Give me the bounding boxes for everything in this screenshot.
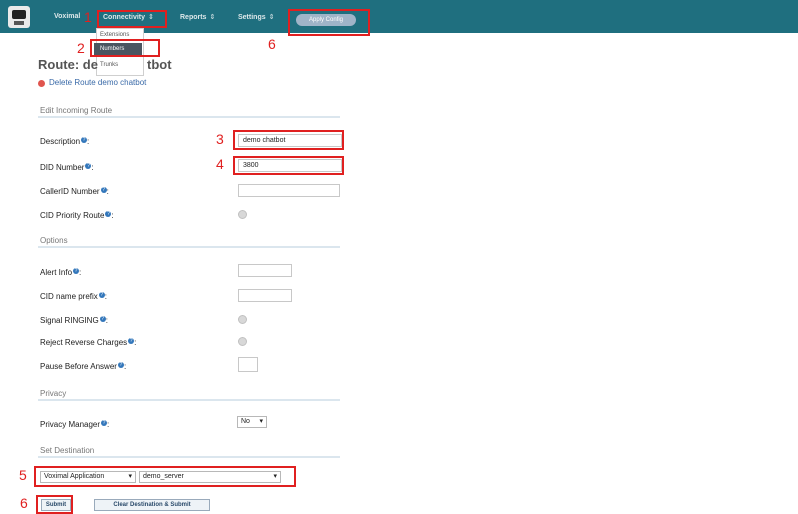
section-set-destination: Set Destination: [40, 446, 95, 455]
help-icon[interactable]: ?: [100, 187, 107, 193]
callout-number: 4: [216, 156, 224, 172]
section-privacy: Privacy: [40, 389, 67, 398]
chevron-updown-icon: ⇕: [268, 14, 275, 21]
help-icon[interactable]: ?: [73, 268, 80, 274]
help-icon[interactable]: ?: [117, 362, 124, 368]
cid-priority-label: CID Priority Route?:: [40, 211, 114, 220]
help-icon[interactable]: ?: [101, 420, 108, 426]
section-divider: [38, 456, 340, 458]
nav-item-label: Voximal: [54, 13, 81, 20]
privacy-manager-label: Privacy Manager?:: [40, 420, 110, 429]
callout-box-did: [233, 156, 344, 175]
reject-reverse-checkbox[interactable]: [238, 337, 247, 346]
page-title: Route: de: [38, 57, 98, 72]
section-divider: [38, 116, 340, 118]
section-divider: [38, 399, 340, 401]
clear-destination-submit-button[interactable]: Clear Destination & Submit: [94, 499, 210, 511]
callout-number: 6: [20, 495, 28, 511]
signal-ringing-checkbox[interactable]: [238, 315, 247, 324]
callout-box-description: [233, 130, 344, 150]
callout-number: 3: [216, 131, 224, 147]
alert-info-label: Alert Info?:: [40, 268, 82, 277]
menu-item-trunks[interactable]: Trunks: [100, 62, 118, 68]
callout-box-connectivity: [97, 10, 167, 28]
delete-route-link[interactable]: Delete Route demo chatbot: [49, 78, 146, 87]
menu-item-extensions[interactable]: Extensions: [100, 32, 129, 38]
nav-item-label: Settings: [238, 14, 266, 21]
chevron-updown-icon: ⇕: [209, 14, 216, 21]
help-icon[interactable]: ?: [85, 163, 92, 169]
cid-name-prefix-input[interactable]: [238, 289, 292, 302]
cid-name-prefix-label: CID name prefix?:: [40, 292, 108, 301]
section-edit-incoming-route: Edit Incoming Route: [40, 106, 113, 115]
nav-item-voximal[interactable]: Voximal: [54, 13, 80, 20]
help-icon[interactable]: ?: [81, 137, 88, 143]
help-icon[interactable]: ?: [128, 338, 135, 344]
callout-box-numbers: [90, 39, 160, 57]
callout-number: 6: [268, 36, 276, 52]
help-icon[interactable]: ?: [105, 211, 112, 217]
reject-reverse-charges-label: Reject Reverse Charges?:: [40, 338, 137, 347]
alert-info-input[interactable]: [238, 264, 292, 277]
page-title-suffix: tbot: [147, 57, 172, 72]
nav-item-label: Reports: [180, 14, 207, 21]
nav-item-reports[interactable]: Reports ⇕: [180, 13, 215, 21]
help-icon[interactable]: ?: [99, 316, 106, 322]
description-label: Description?:: [40, 137, 90, 146]
cid-priority-checkbox[interactable]: [238, 210, 247, 219]
nav-item-settings[interactable]: Settings ⇕: [238, 13, 275, 21]
callerid-number-label: CallerID Number?:: [40, 187, 109, 196]
callout-number: 5: [19, 467, 27, 483]
pause-before-answer-label: Pause Before Answer?:: [40, 362, 127, 371]
app-logo-icon[interactable]: [8, 6, 30, 28]
help-icon[interactable]: ?: [98, 292, 105, 298]
delete-icon[interactable]: [38, 80, 45, 87]
callout-number: 2: [77, 40, 85, 56]
privacy-manager-select[interactable]: No ▾: [237, 416, 267, 428]
callout-number: 1: [84, 9, 92, 25]
callerid-number-input[interactable]: [238, 184, 340, 197]
callout-box-submit: [36, 495, 73, 514]
dropdown-arrow-icon: ▾: [259, 418, 263, 425]
callout-box-destination: [34, 466, 296, 487]
signal-ringing-label: Signal RINGING?:: [40, 316, 108, 325]
pause-before-answer-input[interactable]: [238, 357, 258, 372]
section-divider: [38, 246, 340, 248]
did-number-label: DID Number?:: [40, 163, 94, 172]
callout-box-apply-config: [288, 9, 370, 36]
section-options: Options: [40, 236, 68, 245]
